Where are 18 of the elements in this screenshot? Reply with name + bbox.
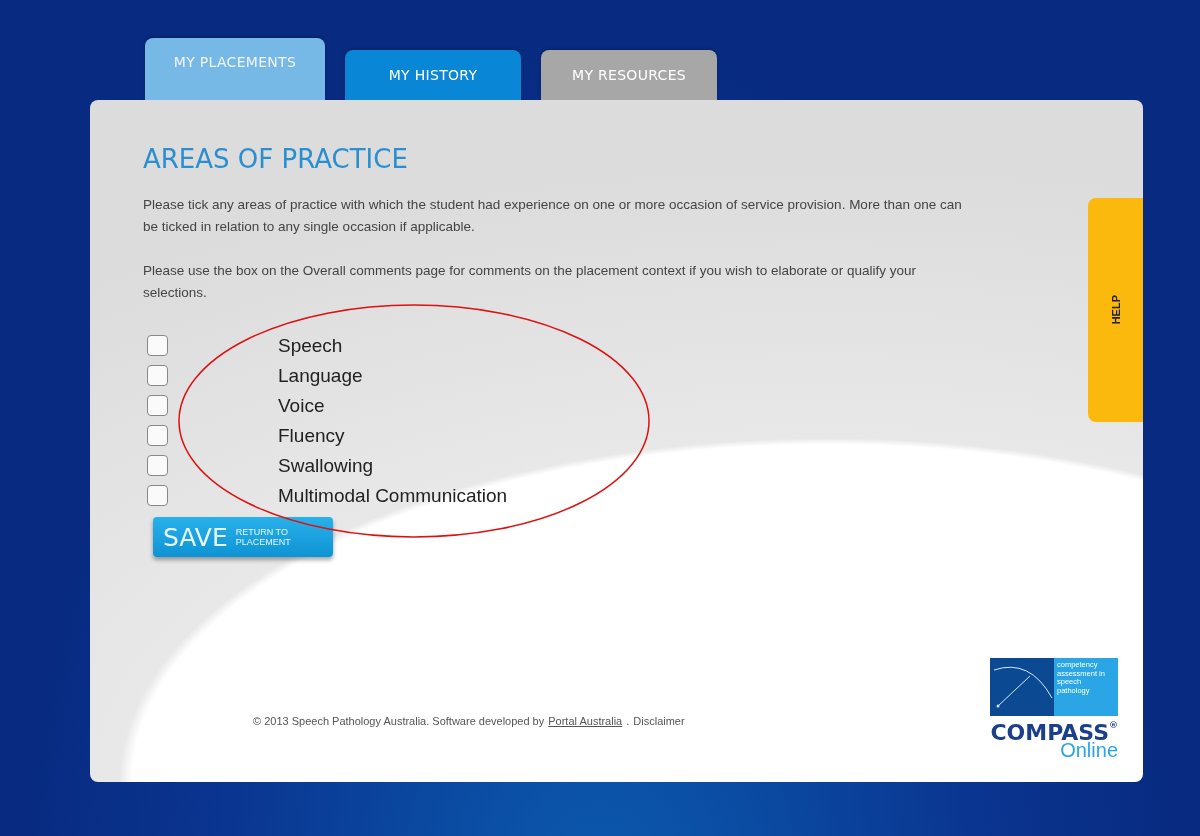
checkbox-label: Fluency: [278, 424, 345, 447]
copyright-text: © 2013 Speech Pathology Australia. Software developed by: [253, 715, 545, 727]
instruction-text: Please use the box on the Overall comments page for comments on the placement context if you wish to elaborate or qualify your selections.: [143, 262, 917, 302]
footer-separator: .: [626, 715, 630, 727]
page-heading: AREAS OF PRACTICE: [143, 144, 409, 174]
checkbox-label: Multimodal Communication: [278, 484, 508, 507]
registered-mark: ®: [1109, 720, 1118, 730]
nav-tab[interactable]: MY PLACEMENTS: [145, 38, 325, 100]
checkbox-label: Speech: [278, 334, 343, 357]
checkbox-label: Voice: [278, 394, 325, 417]
help-tab[interactable]: HELP: [1088, 198, 1143, 422]
nav-tab[interactable]: MY RESOURCES: [541, 50, 717, 100]
nav-tab[interactable]: MY HISTORY: [345, 50, 521, 100]
checkbox-label: Swallowing: [278, 454, 374, 477]
checkbox-label: Language: [278, 364, 363, 387]
disclaimer-link[interactable]: Disclaimer: [633, 715, 685, 727]
instruction-text: Please tick any areas of practice with which the student had experience on one or more occasion of service provision. More than one can be ticked in relation to any single occasion if applicable.: [143, 196, 963, 236]
portal-link[interactable]: Portal Australia: [548, 715, 623, 727]
